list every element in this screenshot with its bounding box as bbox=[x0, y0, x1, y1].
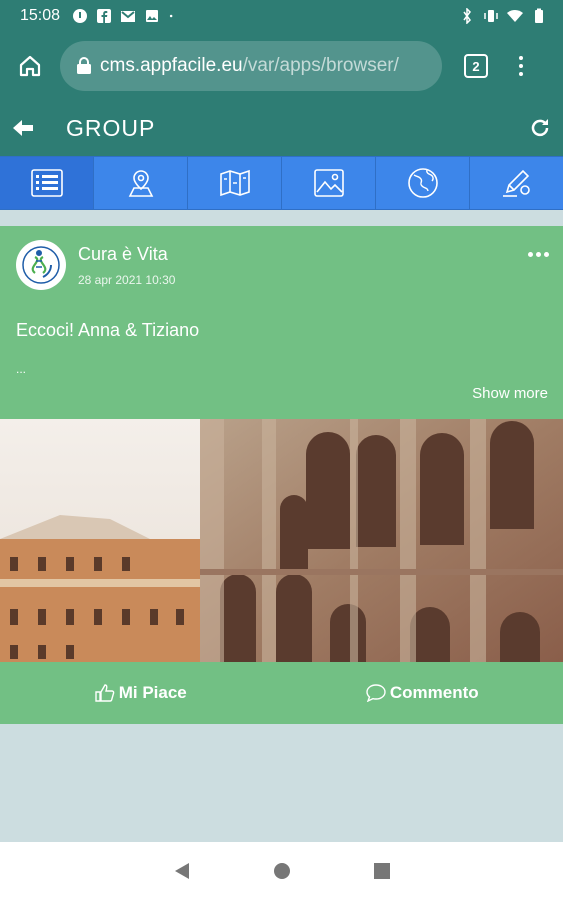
lock-icon bbox=[77, 57, 91, 74]
system-icons bbox=[459, 8, 547, 24]
home-nav-icon[interactable] bbox=[272, 861, 292, 881]
image-icon bbox=[146, 10, 159, 22]
url-path: /var/apps/browser/ bbox=[242, 55, 399, 76]
comment-icon bbox=[366, 684, 386, 702]
post-options-button[interactable] bbox=[528, 252, 549, 257]
gmail-icon bbox=[121, 11, 136, 22]
tab-gallery[interactable] bbox=[282, 157, 376, 209]
browser-menu-button[interactable] bbox=[516, 56, 526, 76]
post-timestamp: 28 apr 2021 10:30 bbox=[78, 272, 176, 287]
home-button[interactable] bbox=[0, 32, 60, 100]
author-block: Cura è Vita 28 apr 2021 10:30 bbox=[78, 244, 175, 287]
url-host: cms.appfacile.eu bbox=[100, 55, 243, 76]
image-gallery-icon bbox=[313, 169, 344, 197]
notification-icons bbox=[72, 8, 178, 24]
post-text-ellipsis: ... bbox=[16, 362, 27, 376]
map-icon bbox=[219, 169, 250, 197]
tab-switcher-button[interactable]: 2 bbox=[464, 54, 488, 78]
back-nav-icon[interactable] bbox=[172, 861, 192, 881]
post-image[interactable] bbox=[0, 419, 563, 662]
bluetooth-icon bbox=[463, 8, 471, 24]
thumbs-up-icon bbox=[95, 684, 115, 702]
pencil-icon bbox=[502, 169, 530, 197]
section-tabs bbox=[0, 156, 563, 210]
page-title: GROUP bbox=[66, 114, 156, 141]
status-time: 15:08 bbox=[20, 7, 61, 24]
back-button[interactable] bbox=[0, 100, 46, 156]
post-actions: Mi Piace Commento bbox=[0, 662, 563, 724]
home-icon bbox=[19, 55, 41, 77]
map-pin-icon bbox=[128, 170, 153, 197]
like-button[interactable]: Mi Piace bbox=[0, 683, 282, 703]
tab-globe[interactable] bbox=[376, 157, 470, 209]
post-text: Eccoci! Anna & Tiziano bbox=[16, 320, 200, 340]
info-icon bbox=[73, 9, 88, 23]
vibrate-icon bbox=[484, 10, 498, 22]
post-header: Cura è Vita 28 apr 2021 10:30 bbox=[16, 240, 175, 290]
battery-icon bbox=[535, 8, 543, 23]
tab-map[interactable] bbox=[188, 157, 282, 209]
avatar[interactable] bbox=[16, 240, 66, 290]
like-label: Mi Piace bbox=[118, 683, 187, 702]
dot-icon bbox=[169, 14, 173, 18]
browser-toolbar: cms.appfacile.eu/var/apps/browser/ 2 bbox=[0, 32, 563, 100]
refresh-button[interactable] bbox=[517, 100, 563, 156]
status-bar: 15:08 bbox=[0, 0, 563, 32]
address-bar[interactable]: cms.appfacile.eu/var/apps/browser/ bbox=[60, 41, 442, 91]
system-nav-bar bbox=[0, 842, 563, 900]
refresh-icon bbox=[531, 119, 549, 137]
show-more-link[interactable]: Show more bbox=[472, 385, 548, 402]
app-header: GROUP bbox=[0, 100, 563, 156]
url-text: cms.appfacile.eu/var/apps/browser/ bbox=[100, 55, 399, 77]
comment-button[interactable]: Commento bbox=[282, 683, 563, 703]
wifi-icon bbox=[507, 10, 523, 22]
globe-icon bbox=[407, 168, 438, 198]
facebook-icon bbox=[97, 9, 112, 23]
list-icon bbox=[30, 169, 63, 197]
tab-location[interactable] bbox=[94, 157, 188, 209]
post-card: Cura è Vita 28 apr 2021 10:30 Eccoci! An… bbox=[0, 226, 563, 724]
comment-label: Commento bbox=[389, 683, 479, 702]
author-name[interactable]: Cura è Vita bbox=[78, 244, 175, 265]
arrow-left-icon bbox=[13, 120, 33, 136]
tab-list[interactable] bbox=[0, 157, 94, 209]
tab-edit[interactable] bbox=[470, 157, 563, 209]
recents-nav-icon[interactable] bbox=[372, 861, 392, 881]
cura-e-vita-logo-icon bbox=[22, 246, 60, 284]
